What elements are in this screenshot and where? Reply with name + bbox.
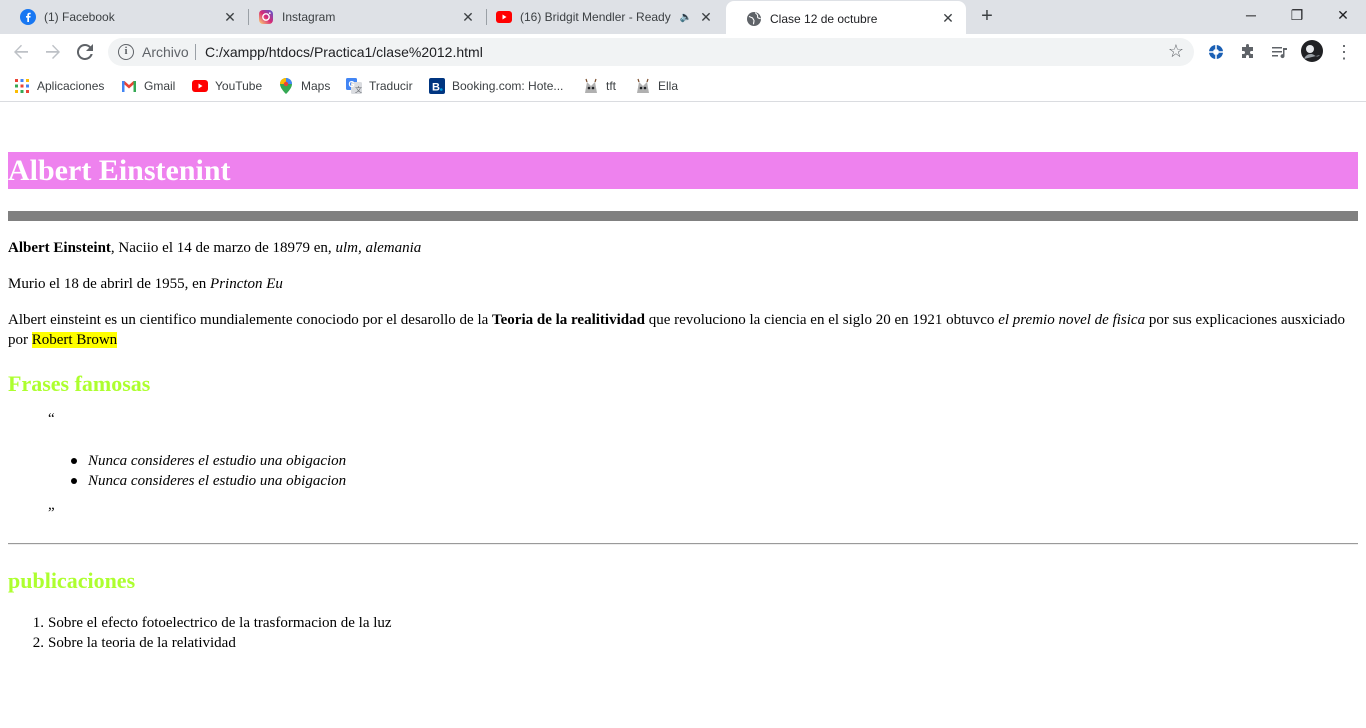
bookmark-label: Ella — [658, 79, 679, 93]
bookmark-traducir[interactable]: G文 Traducir — [346, 76, 413, 96]
tab-title: (1) Facebook — [44, 10, 115, 24]
list-item: Nunca consideres el estudio una obigacio… — [70, 473, 347, 489]
bookmark-ella[interactable]: Ella — [635, 76, 678, 96]
info-icon[interactable]: i — [118, 44, 134, 60]
site-scheme-label[interactable]: Archivo — [142, 44, 189, 60]
birth-place: ulm, alemania — [335, 240, 422, 256]
death-place: Princton Eu — [210, 276, 283, 292]
maps-pin-icon — [278, 78, 294, 94]
arrow-left-icon — [14, 44, 28, 59]
page-content: Albert Einstenint Albert Einsteint, Naci… — [0, 103, 1366, 728]
thin-divider — [8, 543, 1358, 545]
publicaciones-list: 1. Sobre el efecto fotoelectrico de la tr… — [33, 613, 392, 653]
tab-close-icon[interactable]: ✕ — [940, 10, 956, 27]
youtube-icon — [496, 9, 512, 25]
tab-strip: (1) Facebook ✕ Instagram ✕ (16) Bridgit … — [0, 0, 1366, 36]
bio-text-2: que revoluciono la ciencia en el siglo 2… — [644, 312, 999, 328]
frases-list: Nunca consideres el estudio una obigacio… — [70, 451, 347, 491]
bookmark-booking[interactable]: B Booking.com: Hote... — [429, 76, 563, 96]
new-tab-button[interactable]: + — [976, 6, 998, 28]
address-bar[interactable]: i Archivo C:/xampp/htdocs/Practica1/clas… — [108, 38, 1194, 66]
browser-toolbar: i Archivo C:/xampp/htdocs/Practica1/clas… — [0, 34, 1366, 70]
birth-paragraph: Albert Einsteint, Naciio el 14 de marzo … — [8, 238, 1358, 258]
bookmark-label: YouTube — [215, 79, 263, 93]
page-title: Albert Einstenint — [8, 152, 1358, 189]
reload-icon — [77, 44, 93, 60]
bio-paragraph: Albert einsteint es un cientifico mundia… — [8, 310, 1358, 350]
list-item-text: Sobre el efecto fotoelectrico de la tras… — [48, 615, 392, 631]
tab-active[interactable]: Clase 12 de octubre ✕ — [726, 1, 966, 36]
list-number: 2. — [32, 635, 44, 651]
highlighted-name: Robert Brown — [31, 332, 118, 348]
tab-title: Clase 12 de octubre — [770, 11, 878, 26]
bookmark-tft[interactable]: tft — [583, 76, 616, 96]
thick-divider — [8, 211, 1358, 221]
window-close-button[interactable]: ✕ — [1320, 0, 1366, 30]
name-bold: Albert Einsteint — [8, 240, 111, 256]
minimize-button[interactable]: ─ — [1228, 0, 1274, 30]
tab-close-icon[interactable]: ✕ — [698, 9, 714, 25]
arrow-right-icon — [46, 44, 60, 59]
prize-italic: el premio novel de fisica — [998, 312, 1146, 328]
bio-text-1: Albert einsteint es un cientifico mundia… — [8, 312, 493, 328]
quote-close-mark: ” — [48, 505, 55, 521]
bookmark-label: tft — [606, 79, 617, 93]
quote-open-mark: “ — [48, 411, 55, 427]
svg-text:G: G — [349, 80, 355, 89]
death-paragraph: Murio el 18 de abrirl de 1955, en Princt… — [8, 274, 1358, 294]
kebab-menu-icon[interactable]: ⋮ — [1334, 42, 1354, 62]
youtube-icon — [192, 78, 208, 94]
tab-facebook[interactable]: (1) Facebook ✕ — [0, 0, 248, 34]
bookmark-label: Gmail — [144, 79, 176, 93]
list-item: 2. Sobre la teoria de la relatividad — [33, 633, 392, 653]
bookmark-gmail[interactable]: Gmail — [121, 76, 175, 96]
list-number: 1. — [32, 615, 44, 631]
bookmarks-bar: Aplicaciones Gmail YouTube Maps G文 Tradu… — [0, 70, 1366, 102]
bookmark-youtube[interactable]: YouTube — [192, 76, 262, 96]
reload-button[interactable] — [71, 38, 99, 66]
tab-close-icon[interactable]: ✕ — [460, 9, 476, 25]
bookmark-star-icon[interactable]: ☆ — [1168, 41, 1184, 62]
extension-icon[interactable] — [1206, 42, 1226, 62]
restore-button[interactable]: ❐ — [1274, 0, 1320, 30]
forward-button[interactable] — [39, 38, 67, 66]
globe-icon — [746, 11, 762, 27]
svg-text:B: B — [432, 82, 440, 94]
bookmark-label: Traducir — [369, 79, 413, 93]
bookmark-label: Booking.com: Hote... — [452, 79, 564, 93]
bookmark-label: Aplicaciones — [37, 79, 105, 93]
list-item-text: Sobre la teoria de la relatividad — [48, 635, 236, 651]
tab-title: Instagram — [282, 10, 336, 24]
booking-icon: B — [429, 78, 445, 94]
death-text: Murio el 18 de abrirl de 1955, en — [8, 276, 211, 292]
puzzle-extensions-icon[interactable] — [1238, 42, 1258, 62]
apps-grid-icon — [14, 78, 30, 94]
media-controls-icon[interactable] — [1269, 42, 1289, 62]
bookmark-label: Maps — [301, 79, 331, 93]
gmail-icon — [121, 78, 137, 94]
back-button[interactable] — [7, 38, 35, 66]
instagram-icon — [258, 9, 274, 25]
tab-youtube[interactable]: (16) Bridgit Mendler - Ready 🔈 ✕ — [476, 0, 724, 34]
frases-heading: Frases famosas — [8, 371, 151, 396]
list-item: 1. Sobre el efecto fotoelectrico de la tr… — [33, 613, 392, 633]
list-item: Nunca consideres el estudio una obigacio… — [70, 453, 347, 469]
tab-close-icon[interactable]: ✕ — [222, 9, 238, 25]
tft-icon — [583, 78, 599, 94]
publicaciones-heading: publicaciones — [8, 568, 136, 593]
profile-avatar[interactable] — [1301, 40, 1323, 62]
speaker-icon[interactable]: 🔈 — [680, 12, 692, 23]
bookmark-aplicaciones[interactable]: Aplicaciones — [14, 76, 104, 96]
bookmark-maps[interactable]: Maps — [278, 76, 330, 96]
ella-icon — [635, 78, 651, 94]
birth-text: , Naciio el 14 de marzo de 18979 en, — [110, 240, 336, 256]
facebook-icon — [20, 9, 36, 25]
omnibox-divider — [195, 44, 196, 60]
tab-title: (16) Bridgit Mendler - Ready — [520, 10, 671, 24]
url-text[interactable]: C:/xampp/htdocs/Practica1/clase%2012.htm… — [205, 44, 483, 60]
theory-bold: Teoria de la realitividad — [492, 312, 645, 328]
tab-instagram[interactable]: Instagram ✕ — [238, 0, 486, 34]
translate-icon: G文 — [346, 78, 362, 94]
svg-text:文: 文 — [355, 85, 362, 94]
